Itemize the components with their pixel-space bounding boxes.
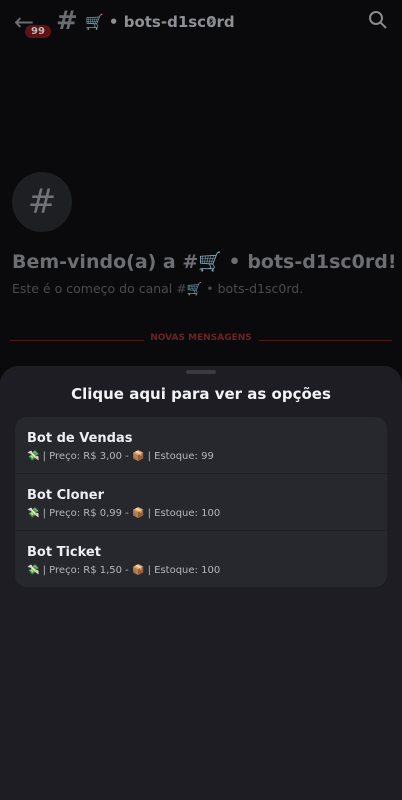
channel-start-text: Este é o começo do canal #🛒 • bots-d1sc0… <box>12 281 304 296</box>
notification-badge: 99 <box>25 25 51 38</box>
options-list: Bot de Vendas 💸 | Preço: R$ 3,00 - 📦 | E… <box>15 417 387 587</box>
channel-avatar-hash-icon: # <box>12 172 72 232</box>
new-messages-label: NOVAS MENSAGENS <box>144 333 258 343</box>
search-icon[interactable] <box>368 10 388 30</box>
option-bot-cloner[interactable]: Bot Cloner 💸 | Preço: R$ 0,99 - 📦 | Esto… <box>15 474 387 530</box>
option-bot-ticket[interactable]: Bot Ticket 💸 | Preço: R$ 1,50 - 📦 | Esto… <box>15 531 387 587</box>
channel-hash-icon: # <box>56 6 78 36</box>
sheet-drag-handle[interactable] <box>186 370 216 374</box>
option-name: Bot Ticket <box>27 545 101 560</box>
channel-header: ← 99 # 🛒 • bots-d1sc0rd › <box>0 0 402 44</box>
option-description: 💸 | Preço: R$ 3,00 - 📦 | Estoque: 99 <box>27 451 214 462</box>
chevron-right-icon[interactable]: › <box>208 10 215 31</box>
sheet-title: Clique aqui para ver as opções <box>71 385 331 403</box>
option-name: Bot Cloner <box>27 488 104 503</box>
option-name: Bot de Vendas <box>27 431 133 446</box>
option-bot-de-vendas[interactable]: Bot de Vendas 💸 | Preço: R$ 3,00 - 📦 | E… <box>15 417 387 473</box>
option-description: 💸 | Preço: R$ 1,50 - 📦 | Estoque: 100 <box>27 565 221 576</box>
options-bottom-sheet: Clique aqui para ver as opções Bot de Ve… <box>0 366 402 800</box>
welcome-heading: Bem-vindo(a) a #🛒 • bots-d1sc0rd! <box>12 251 397 273</box>
option-description: 💸 | Preço: R$ 0,99 - 📦 | Estoque: 100 <box>27 508 221 519</box>
